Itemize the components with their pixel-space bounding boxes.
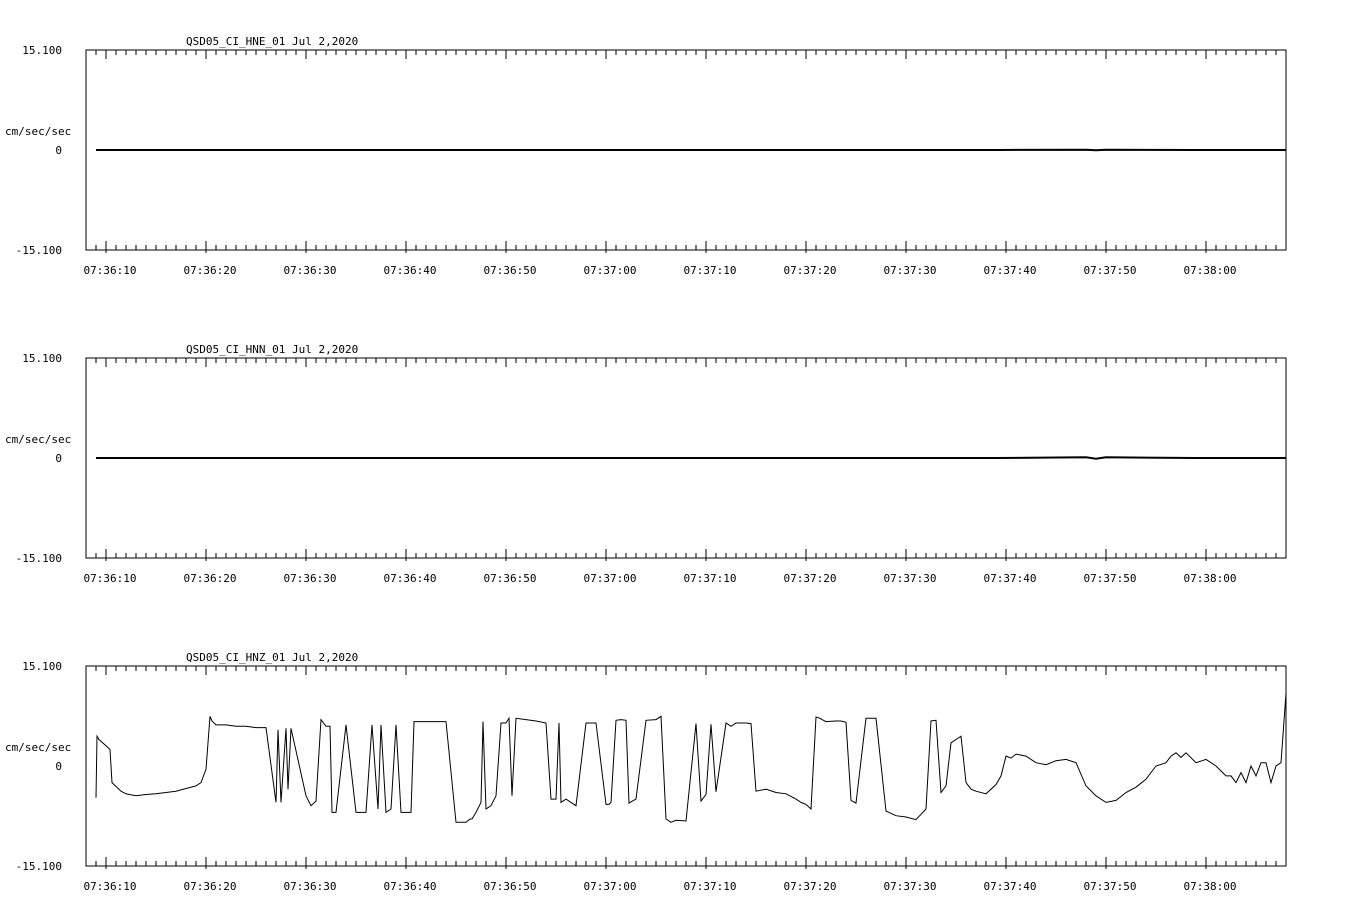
x-tick-label: 07:36:30 <box>284 572 337 585</box>
x-tick-label: 07:37:10 <box>684 880 737 893</box>
x-tick-label: 07:36:50 <box>484 572 537 585</box>
y-axis-label: cm/sec/sec <box>5 125 71 138</box>
x-tick-label: 07:38:00 <box>1184 880 1237 893</box>
panel-title: QSD05_CI_HNZ_01 Jul 2,2020 <box>186 651 358 664</box>
panel-1: QSD05_CI_HNE_01 Jul 2,2020 15.100 0 -15.100… <box>5 35 1287 277</box>
x-tick-label: 07:38:00 <box>1184 264 1237 277</box>
x-tick-label: 07:36:50 <box>484 264 537 277</box>
x-tick-label: 07:37:00 <box>584 880 637 893</box>
x-tick-label: 07:37:20 <box>784 572 837 585</box>
y-tick-label: -15.100 <box>16 244 62 257</box>
plot-frame <box>85 665 1287 867</box>
x-tick-label: 07:37:20 <box>784 264 837 277</box>
x-tick-label: 07:36:20 <box>184 264 237 277</box>
x-tick-label: 07:37:40 <box>984 264 1037 277</box>
x-tick-label: 07:37:50 <box>1084 880 1137 893</box>
x-tick-label: 07:36:20 <box>184 880 237 893</box>
x-tick-label: 07:37:40 <box>984 572 1037 585</box>
waveform-trace <box>96 148 1286 152</box>
x-tick-label: 07:36:30 <box>284 264 337 277</box>
panel-title: QSD05_CI_HNN_01 Jul 2,2020 <box>186 343 358 356</box>
panel-3: QSD05_CI_HNZ_01 Jul 2,2020 15.100 0 -15.100… <box>5 651 1287 893</box>
x-tick-label: 07:37:00 <box>584 572 637 585</box>
y-tick-label: -15.100 <box>16 860 62 873</box>
y-tick-label: 0 <box>55 760 62 773</box>
x-tick-label: 07:36:10 <box>84 264 137 277</box>
x-tick-label: 07:36:50 <box>484 880 537 893</box>
y-tick-label: -15.100 <box>16 552 62 565</box>
x-tick-label: 07:37:50 <box>1084 572 1137 585</box>
panel-2: QSD05_CI_HNN_01 Jul 2,2020 15.100 0 -15.100… <box>5 343 1287 585</box>
x-tick-label: 07:36:40 <box>384 572 437 585</box>
y-tick-label: 0 <box>55 144 62 157</box>
x-tick-label: 07:37:10 <box>684 264 737 277</box>
x-tick-label: 07:37:20 <box>784 880 837 893</box>
x-tick-label: 07:37:00 <box>584 264 637 277</box>
waveform-trace <box>96 456 1286 460</box>
x-tick-label: 07:36:40 <box>384 880 437 893</box>
y-tick-label: 15.100 <box>22 44 62 57</box>
y-tick-label: 15.100 <box>22 660 62 673</box>
y-tick-label: 0 <box>55 452 62 465</box>
y-axis-label: cm/sec/sec <box>5 433 71 446</box>
panel-title: QSD05_CI_HNE_01 Jul 2,2020 <box>186 35 358 48</box>
x-tick-label: 07:37:30 <box>884 880 937 893</box>
x-tick-label: 07:37:40 <box>984 880 1037 893</box>
y-axis-label: cm/sec/sec <box>5 741 71 754</box>
x-tick-label: 07:37:50 <box>1084 264 1137 277</box>
x-tick-label: 07:37:10 <box>684 572 737 585</box>
seismogram-panels: QSD05_CI_HNE_01 Jul 2,2020 15.100 0 -15.100… <box>5 35 1287 893</box>
x-tick-label: 07:36:20 <box>184 572 237 585</box>
x-tick-label: 07:37:30 <box>884 264 937 277</box>
y-tick-label: 15.100 <box>22 352 62 365</box>
x-tick-label: 07:38:00 <box>1184 572 1237 585</box>
x-tick-label: 07:36:40 <box>384 264 437 277</box>
x-tick-label: 07:36:10 <box>84 572 137 585</box>
x-tick-label: 07:36:30 <box>284 880 337 893</box>
waveform-trace <box>95 693 1287 823</box>
x-tick-label: 07:36:10 <box>84 880 137 893</box>
x-tick-label: 07:37:30 <box>884 572 937 585</box>
